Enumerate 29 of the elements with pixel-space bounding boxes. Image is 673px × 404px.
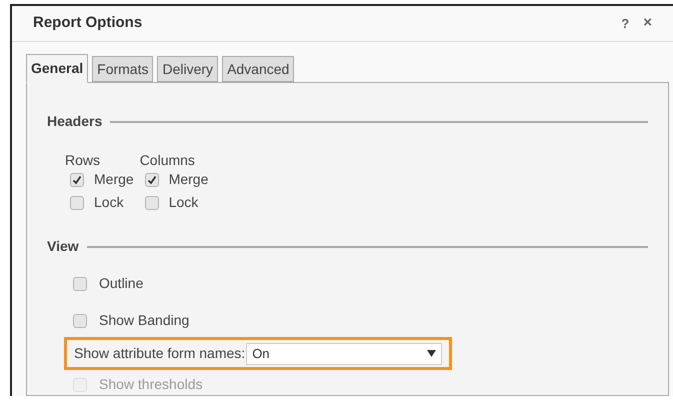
checkmark-icon	[146, 174, 157, 184]
close-button[interactable]: ×	[643, 12, 652, 35]
section-title: Headers	[47, 112, 102, 131]
checkbox[interactable]	[144, 172, 159, 186]
checkbox-label: Merge	[168, 170, 208, 189]
checkbox-label: Lock	[94, 193, 124, 212]
tab[interactable]: Advanced	[222, 56, 294, 82]
field-label: Show attribute form names:	[74, 344, 246, 363]
tab[interactable]: General	[26, 54, 88, 83]
checkbox-label: Lock	[168, 193, 198, 212]
column-label: Rows	[65, 151, 102, 168]
checkbox[interactable]	[144, 196, 159, 210]
checkbox-label: Merge	[94, 170, 134, 189]
checkbox-label: Outline	[99, 274, 144, 293]
section-title: View	[47, 237, 79, 256]
tab[interactable]: Delivery	[157, 56, 218, 82]
tab[interactable]: Formats	[92, 56, 154, 82]
column-label: Columns	[140, 151, 196, 168]
window-title: Report Options	[33, 13, 144, 34]
help-button[interactable]: ?	[621, 14, 630, 34]
checkbox[interactable]	[73, 314, 87, 328]
checkbox-label: Show Banding	[99, 311, 190, 330]
checkbox[interactable]	[70, 196, 84, 210]
dropdown[interactable]: On	[246, 342, 442, 364]
checkbox-label: Show thresholds	[99, 375, 203, 394]
checkbox[interactable]	[70, 172, 84, 186]
checkbox[interactable]	[73, 276, 87, 290]
dropdown-arrow-icon	[427, 350, 436, 357]
checkmark-icon	[72, 174, 82, 184]
